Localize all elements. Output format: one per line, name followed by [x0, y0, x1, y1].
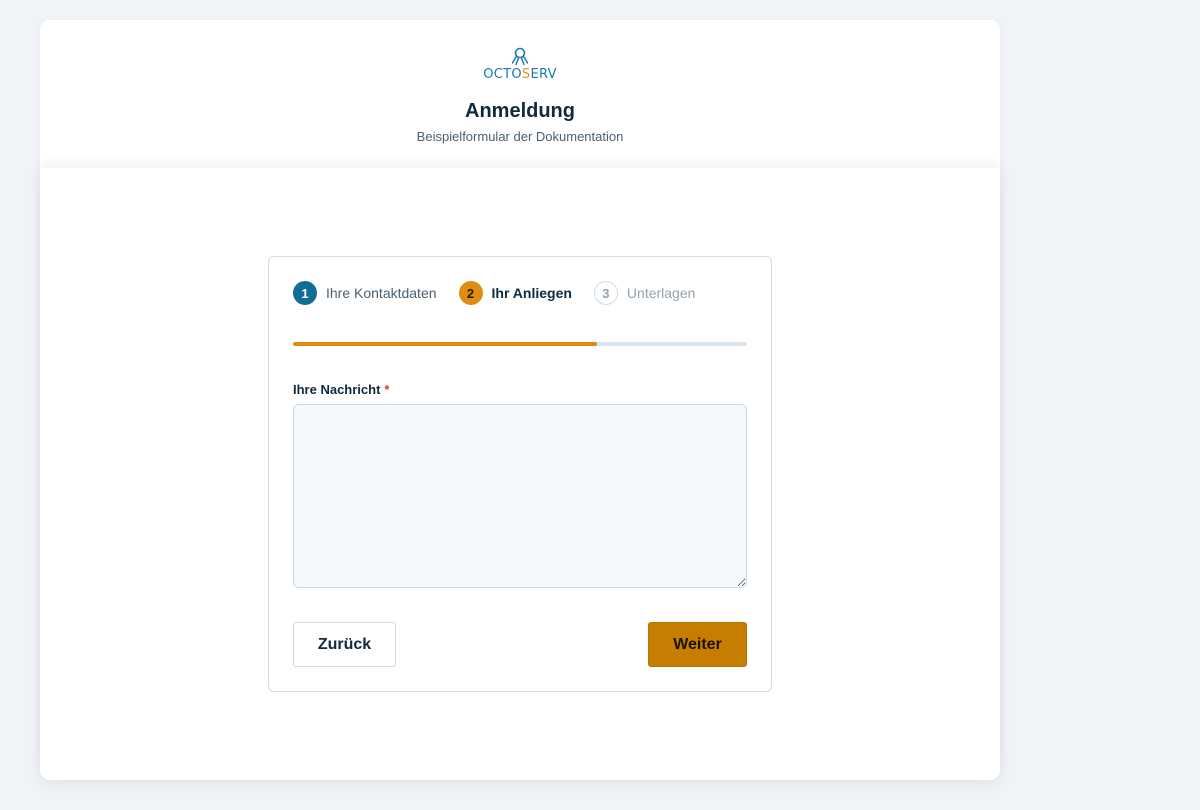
- step-contact-details[interactable]: 1 Ihre Kontaktdaten: [293, 281, 437, 305]
- back-button[interactable]: Zurück: [293, 622, 396, 667]
- step-documents: 3 Unterlagen: [593, 281, 696, 305]
- page-title: Anmeldung: [465, 100, 575, 122]
- step-label-request: Ihr Anliegen: [491, 285, 572, 301]
- required-marker: *: [384, 382, 390, 397]
- message-textarea[interactable]: [293, 404, 747, 588]
- octoserv-logo: OCTOSERV: [480, 47, 560, 83]
- message-label-text: Ihre Nachricht: [293, 382, 381, 397]
- wizard-form: 1 Ihre Kontaktdaten 2 Ihr Anliegen 3 Unt…: [268, 256, 772, 692]
- logo-text-left: OCTO: [483, 67, 522, 82]
- logo-text-right: ERV: [530, 67, 557, 82]
- step-label-documents: Unterlagen: [626, 285, 696, 301]
- progress-bar-fill: [293, 342, 598, 346]
- logo-text: OCTOSERV: [480, 67, 560, 82]
- stepper: 1 Ihre Kontaktdaten 2 Ihr Anliegen 3 Unt…: [293, 281, 717, 305]
- step-number-1: 1: [293, 281, 317, 305]
- next-button[interactable]: Weiter: [648, 622, 747, 667]
- card-header: OCTOSERV Anmeldung Beispielformular der …: [40, 20, 1000, 168]
- octopus-icon: [511, 47, 529, 66]
- progress-bar: [293, 342, 747, 346]
- step-number-3: 3: [593, 281, 618, 305]
- page-subtitle: Beispielformular der Dokumentation: [416, 129, 624, 144]
- step-label-contact-details: Ihre Kontaktdaten: [326, 285, 437, 301]
- message-label: Ihre Nachricht *: [293, 382, 389, 397]
- step-request[interactable]: 2 Ihr Anliegen: [458, 281, 572, 305]
- step-number-2: 2: [458, 281, 483, 305]
